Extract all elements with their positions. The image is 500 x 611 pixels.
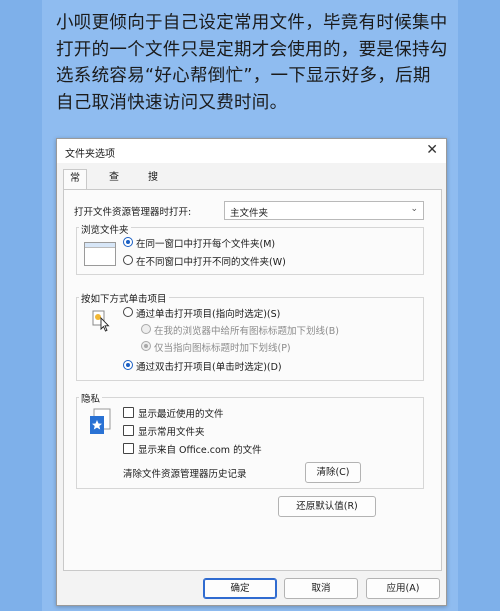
radio-same-window[interactable] <box>123 237 133 247</box>
tab-search[interactable]: 搜索 <box>142 169 164 201</box>
privacy-title: 隐私 <box>79 391 103 405</box>
clear-history-label: 清除文件资源管理器历史记录 <box>123 469 247 480</box>
ok-button[interactable]: 确定 <box>203 578 277 599</box>
show-office-label: 显示来自 Office.com 的文件 <box>138 445 262 456</box>
radio-single-click[interactable] <box>123 307 133 317</box>
single-click-label: 通过单击打开项目(指向时选定)(S) <box>136 309 281 320</box>
checkbox-show-office[interactable] <box>123 443 134 454</box>
double-click-label: 通过双击打开项目(单击时选定)(D) <box>136 362 282 373</box>
apply-button[interactable]: 应用(A) <box>366 578 440 599</box>
dialog-title: 文件夹选项 <box>65 149 115 160</box>
quick-access-icon <box>88 408 112 434</box>
pointer-hand-icon <box>92 310 110 332</box>
clear-history-button[interactable]: 清除(C) <box>305 462 361 483</box>
cancel-button[interactable]: 取消 <box>284 578 358 599</box>
click-items-title: 按如下方式单击项目 <box>79 291 169 305</box>
underline-hover-label: 仅当指向图标标题时加下划线(P) <box>154 343 291 354</box>
close-icon[interactable]: ✕ <box>426 142 438 158</box>
open-explorer-select[interactable]: 主文件夹 ⌄ <box>224 201 424 220</box>
checkbox-show-frequent[interactable] <box>123 425 134 436</box>
show-frequent-label: 显示常用文件夹 <box>138 427 205 438</box>
checkbox-show-recent[interactable] <box>123 407 134 418</box>
dialog-titlebar: 文件夹选项 ✕ <box>57 139 446 163</box>
general-tab-panel: 打开文件资源管理器时打开: 主文件夹 ⌄ 浏览文件夹 在同一窗口中打开每个文件夹… <box>63 189 442 571</box>
tab-view[interactable]: 查看 <box>103 169 125 201</box>
show-recent-label: 显示最近使用的文件 <box>138 409 224 420</box>
open-explorer-label: 打开文件资源管理器时打开: <box>74 207 192 218</box>
intro-paragraph: 小呗更倾向于自己设定常用文件，毕竟有时候集中打开的一个文件只是定期才会使用的，要… <box>56 13 448 113</box>
radio-double-click[interactable] <box>123 360 133 370</box>
radio-underline-hover[interactable] <box>141 341 151 351</box>
radio-underline-browser[interactable] <box>141 324 151 334</box>
underline-browser-label: 在我的浏览器中给所有图标标题加下划线(B) <box>154 326 339 337</box>
tab-general[interactable]: 常规 <box>63 169 87 202</box>
radio-new-window[interactable] <box>123 255 133 265</box>
browse-folders-title: 浏览文件夹 <box>79 222 131 236</box>
new-window-label: 在不同窗口中打开不同的文件夹(W) <box>136 257 286 268</box>
same-window-label: 在同一窗口中打开每个文件夹(M) <box>136 239 276 250</box>
chevron-down-icon: ⌄ <box>410 204 418 214</box>
folder-window-icon <box>84 242 116 266</box>
folder-options-dialog: 文件夹选项 ✕ 常规 查看 搜索 打开文件资源管理器时打开: 主文件夹 ⌄ 浏览… <box>56 138 447 606</box>
open-explorer-value: 主文件夹 <box>230 208 269 219</box>
restore-defaults-button[interactable]: 还原默认值(R) <box>278 496 376 517</box>
